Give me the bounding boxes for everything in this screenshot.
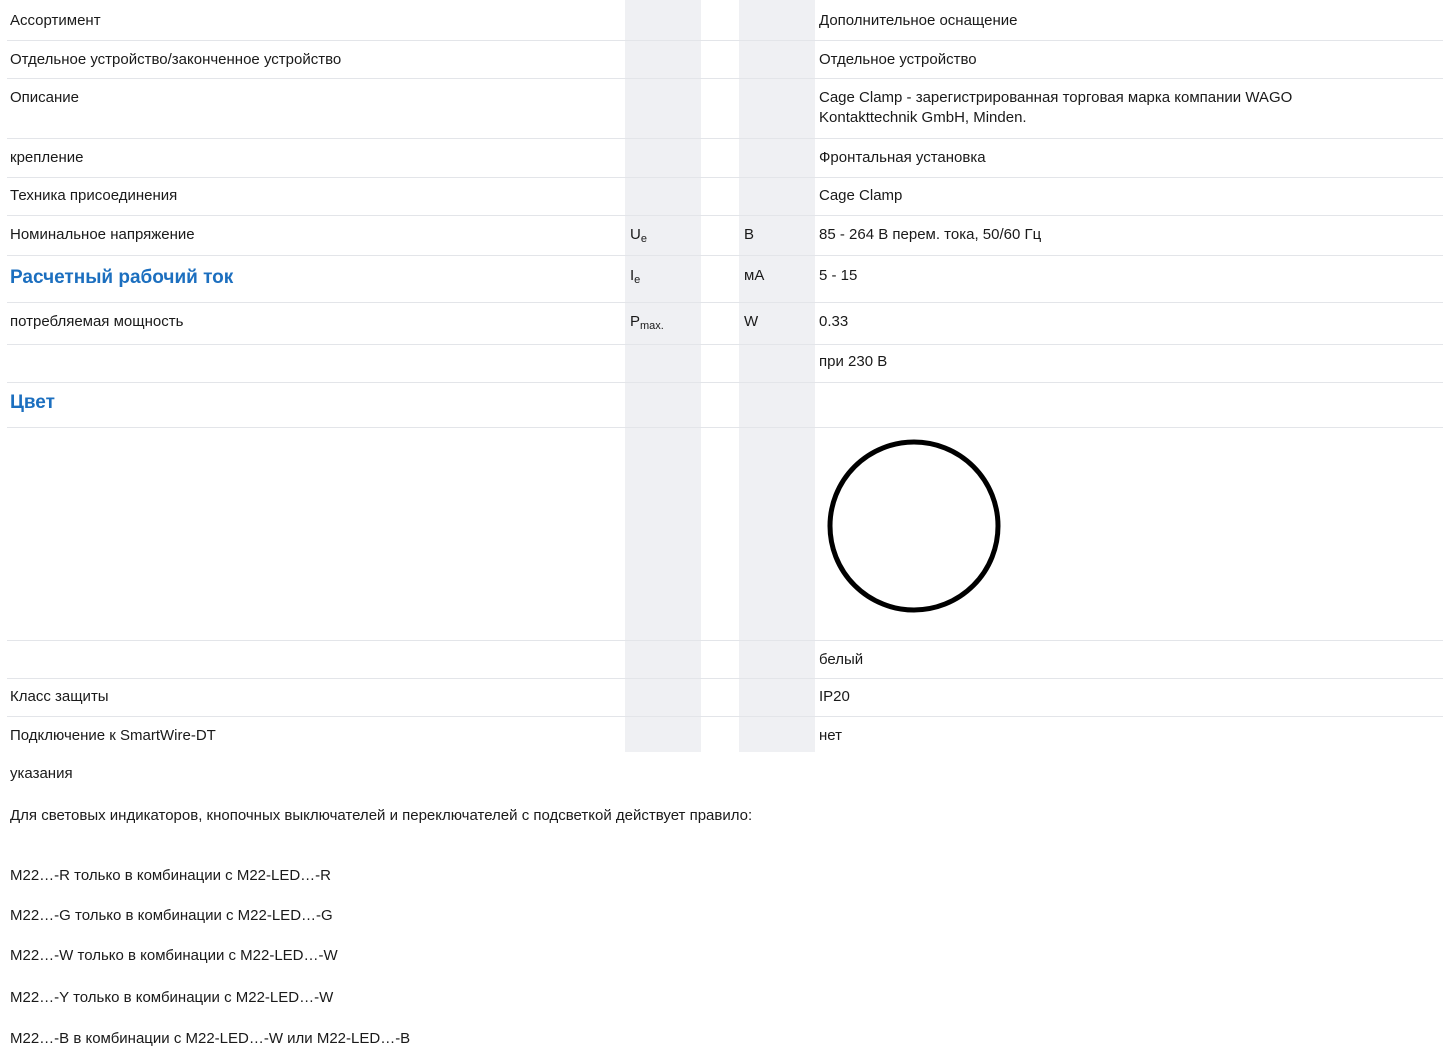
spec-value: IP20 [819,688,850,705]
spec-label: Цвет [10,392,55,413]
spec-row-device: Отдельное устройство/законченное устройс… [7,40,1443,79]
color-swatch [827,439,1001,613]
spec-label: Класс защиты [10,688,109,705]
spec-value: 5 - 15 [819,267,858,284]
spec-row-color-value: белый [7,640,1443,679]
spec-row-connection: Техника присоединения Cage Clamp [7,177,1443,216]
list-item: M22…-G только в комбинации с M22-LED…-G [10,907,333,924]
spec-value: 85 - 264 В перем. тока, 50/60 Гц [819,226,1042,243]
spec-value: белый [819,651,864,668]
spec-row-protection: Класс защиты IP20 [7,678,1443,717]
spec-value: Дополнительное оснащение [819,12,1018,29]
white-circle-icon [825,437,1003,615]
spec-row-mounting: крепление Фронтальная установка [7,138,1443,178]
spec-row-power: потребляемая мощность Pmax. W 0.33 [7,302,1443,345]
list-item: M22…-B в комбинации с M22-LED…-W или M22… [10,1030,411,1047]
list-item: M22…-Y только в комбинации с M22-LED…-W [10,989,334,1006]
spec-value-line1: Cage Clamp - зарегистрированная торговая… [819,89,1293,106]
spec-label: Подключение к SmartWire-DT [10,727,216,744]
spec-symbol: Pmax. [630,313,664,332]
list-item: M22…-W только в комбинации с M22-LED…-W [10,947,338,964]
spec-label: Ассортимент [10,12,101,29]
spec-label: Описание [10,89,80,106]
spec-value: Фронтальная установка [819,149,986,166]
spec-row-assortment: Ассортимент Дополнительное оснащение [7,0,1443,41]
spec-row-color: Цвет [7,382,1443,428]
spec-row-power-note: при 230 В [7,344,1443,383]
spec-row-color-image [7,427,1443,641]
spec-symbol: Ie [630,267,641,286]
spec-unit: W [744,313,759,330]
spec-unit: В [744,226,755,243]
spec-value: Cage Clamp [819,187,903,204]
spec-label: Техника присоединения [10,187,178,204]
spec-label: потребляемая мощность [10,313,184,330]
spec-label: крепление [10,149,84,166]
spec-value: 0.33 [819,313,849,330]
notes-intro: Для световых индикаторов, кнопочных выкл… [10,807,753,824]
list-item: M22…-R только в комбинации с M22-LED…-R [10,867,332,884]
spec-label: Номинальное напряжение [10,226,195,243]
spec-value-line2: Kontakttechnik GmbH, Minden. [819,109,1027,126]
notes-heading: указания [10,765,73,782]
spec-symbol: Ue [630,226,647,245]
spec-row-voltage: Номинальное напряжение Ue В 85 - 264 В п… [7,215,1443,256]
spec-row-smartwire: Подключение к SmartWire-DT нет [7,716,1443,752]
spec-row-current: Расчетный рабочий ток Ie мА 5 - 15 [7,255,1443,303]
spec-label: Расчетный рабочий ток [10,267,234,288]
spec-row-description: Описание Cage Clamp - зарегистрированная… [7,78,1443,139]
spec-value: при 230 В [819,353,888,370]
spec-value: нет [819,727,842,744]
spec-unit: мА [744,267,765,284]
spec-value: Отдельное устройство [819,51,977,68]
spec-label: Отдельное устройство/законченное устройс… [10,51,342,68]
